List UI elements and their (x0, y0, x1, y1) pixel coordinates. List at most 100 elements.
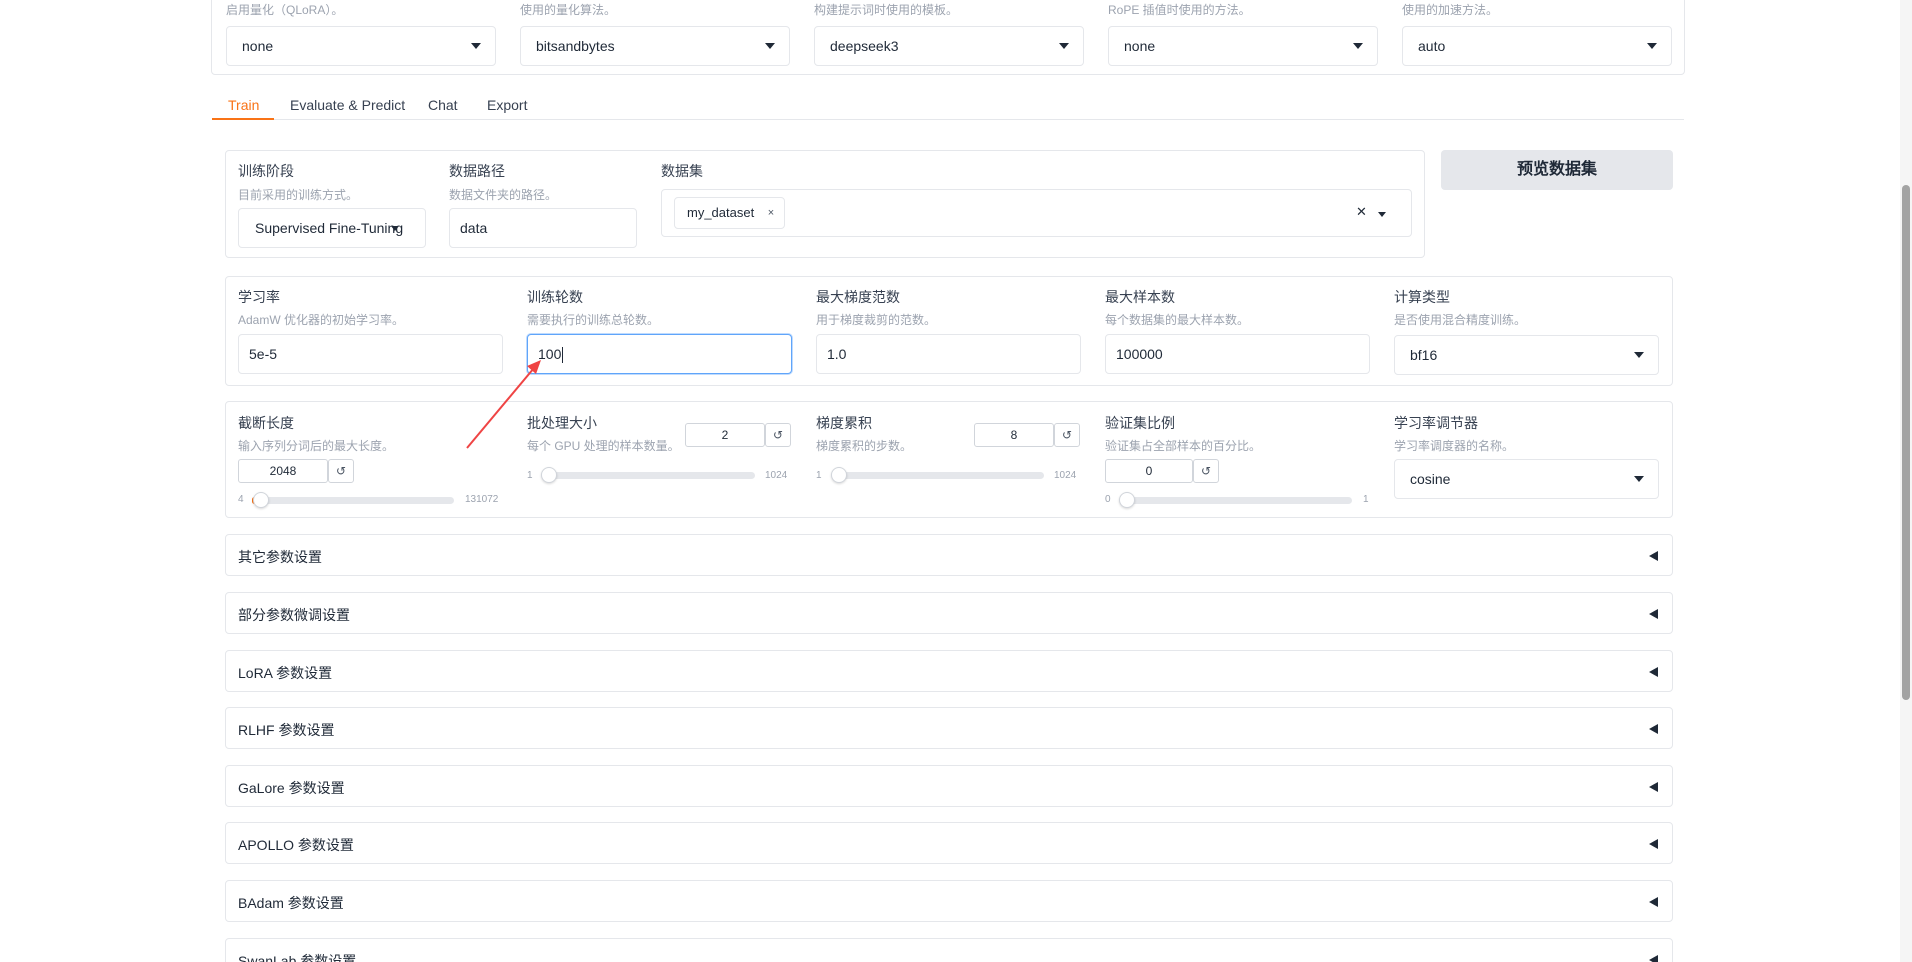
quant-method-value: bitsandbytes (536, 38, 615, 54)
accordion-swanlab-settings[interactable]: SwanLab 参数设置 (225, 938, 1673, 962)
dataset-chip-label: my_dataset (687, 205, 755, 220)
dataset-dir-input[interactable]: data (449, 208, 637, 248)
rope-value: none (1124, 38, 1156, 54)
max-samples-label: 最大样本数 (1105, 289, 1175, 305)
dataset-label: 数据集 (661, 163, 703, 179)
tab-export[interactable]: Export (487, 94, 527, 120)
lr-scheduler-label: 学习率调节器 (1394, 415, 1478, 431)
slider-thumb[interactable] (253, 492, 269, 508)
lr-scheduler-value: cosine (1410, 471, 1451, 487)
quantization-value: none (242, 38, 274, 54)
compute-type-select[interactable]: bf16 (1394, 335, 1659, 375)
text-cursor (562, 347, 564, 364)
reset-icon[interactable]: ↺ (1054, 423, 1080, 447)
reset-icon[interactable]: ↺ (1193, 459, 1219, 483)
lr-scheduler-info: 学习率调度器的名称。 (1394, 439, 1515, 453)
slider-thumb[interactable] (1119, 492, 1135, 508)
tab-evaluate-predict[interactable]: Evaluate & Predict (290, 94, 405, 120)
quantization-select[interactable]: none (226, 26, 496, 66)
tab-train[interactable]: Train (228, 94, 259, 120)
learning-rate-input[interactable]: 5e-5 (238, 334, 503, 374)
compute-type-label: 计算类型 (1394, 289, 1450, 305)
max-grad-norm-label: 最大梯度范数 (816, 289, 900, 305)
chevron-down-icon (1634, 352, 1644, 358)
accordion-extra-settings[interactable]: 其它参数设置 (225, 534, 1673, 576)
clear-icon[interactable]: ✕ (1356, 204, 1367, 220)
caret-left-icon (1649, 551, 1658, 561)
max-samples-info: 每个数据集的最大样本数。 (1105, 313, 1250, 327)
chevron-down-icon[interactable] (1378, 212, 1386, 217)
tab-bar: Train Evaluate & Predict Chat Export (212, 94, 1684, 120)
grad-accum-max: 1024 (1054, 470, 1077, 481)
caret-left-icon (1649, 724, 1658, 734)
batch-size-min: 1 (527, 470, 533, 481)
lr-scheduler-select[interactable]: cosine (1394, 459, 1659, 499)
template-select[interactable]: deepseek3 (814, 26, 1084, 66)
quantization-info: 启用量化（QLoRA）。 (226, 3, 344, 17)
batch-size-slider[interactable] (541, 467, 755, 483)
remove-chip-icon[interactable]: × (768, 198, 774, 228)
learning-rate-label: 学习率 (238, 289, 280, 305)
quant-method-info: 使用的量化算法。 (520, 3, 617, 17)
preview-dataset-button[interactable]: 预览数据集 (1441, 150, 1673, 190)
grad-accum-label: 梯度累积 (816, 415, 872, 431)
cutoff-len-max: 131072 (465, 494, 499, 505)
cutoff-len-number[interactable]: 2048 (238, 459, 328, 483)
max-samples-input[interactable]: 100000 (1105, 334, 1370, 374)
reset-icon[interactable]: ↺ (328, 459, 354, 483)
quant-method-select[interactable]: bitsandbytes (520, 26, 790, 66)
caret-left-icon (1649, 897, 1658, 907)
booster-value: auto (1418, 38, 1446, 54)
caret-left-icon (1649, 955, 1658, 962)
accordion-freeze-settings[interactable]: 部分参数微调设置 (225, 592, 1673, 634)
caret-left-icon (1649, 609, 1658, 619)
batch-size-number[interactable]: 2 (685, 423, 765, 447)
chevron-down-icon (1634, 476, 1644, 482)
grad-accum-number[interactable]: 8 (974, 423, 1054, 447)
stage-value: Supervised Fine-Tuning (255, 220, 404, 236)
grad-accum-slider[interactable] (831, 467, 1044, 483)
stage-info: 目前采用的训练方式。 (238, 188, 359, 202)
epochs-info: 需要执行的训练总轮数。 (527, 313, 660, 327)
reset-icon[interactable]: ↺ (765, 423, 791, 447)
rope-select[interactable]: none (1108, 26, 1378, 66)
batch-size-max: 1024 (765, 470, 788, 481)
accordion-rlhf-settings[interactable]: RLHF 参数设置 (225, 707, 1673, 749)
stage-select[interactable]: Supervised Fine-Tuning (238, 208, 426, 248)
template-value: deepseek3 (830, 38, 899, 54)
accordion-apollo-settings[interactable]: APOLLO 参数设置 (225, 822, 1673, 864)
dataset-chip: my_dataset × (674, 197, 786, 229)
booster-select[interactable]: auto (1402, 26, 1672, 66)
accordion-lora-settings-label: LoRA 参数设置 (238, 665, 333, 681)
dataset-dir-info: 数据文件夹的路径。 (449, 188, 558, 202)
val-size-info: 验证集占全部样本的百分比。 (1105, 439, 1262, 453)
tab-chat[interactable]: Chat (428, 94, 458, 120)
max-grad-norm-input[interactable]: 1.0 (816, 334, 1081, 374)
accordion-lora-settings[interactable]: LoRA 参数设置 (225, 650, 1673, 692)
caret-left-icon (1649, 839, 1658, 849)
epochs-label: 训练轮数 (527, 289, 583, 305)
chevron-down-icon (391, 226, 399, 231)
accordion-swanlab-settings-label: SwanLab 参数设置 (238, 953, 357, 962)
chevron-down-icon (765, 43, 775, 49)
chevron-down-icon (471, 43, 481, 49)
accordion-galore-settings[interactable]: GaLore 参数设置 (225, 765, 1673, 807)
cutoff-len-slider[interactable] (252, 492, 454, 508)
tab-active-indicator (212, 118, 274, 120)
cutoff-len-info: 输入序列分词后的最大长度。 (238, 439, 395, 453)
epochs-input[interactable]: 100 (527, 334, 792, 374)
cutoff-len-min: 4 (238, 494, 244, 505)
booster-info: 使用的加速方法。 (1402, 3, 1499, 17)
accordion-apollo-settings-label: APOLLO 参数设置 (238, 837, 354, 853)
page-scrollbar-thumb[interactable] (1902, 185, 1910, 700)
slider-thumb[interactable] (541, 467, 557, 483)
accordion-badam-settings[interactable]: BAdam 参数设置 (225, 880, 1673, 922)
accordion-badam-settings-label: BAdam 参数设置 (238, 895, 344, 911)
stage-label: 训练阶段 (238, 163, 294, 179)
batch-size-label: 批处理大小 (527, 415, 597, 431)
accordion-galore-settings-label: GaLore 参数设置 (238, 780, 345, 796)
val-size-number[interactable]: 0 (1105, 459, 1193, 483)
val-size-slider[interactable] (1119, 492, 1352, 508)
slider-thumb[interactable] (831, 467, 847, 483)
epochs-value: 100 (538, 346, 562, 362)
